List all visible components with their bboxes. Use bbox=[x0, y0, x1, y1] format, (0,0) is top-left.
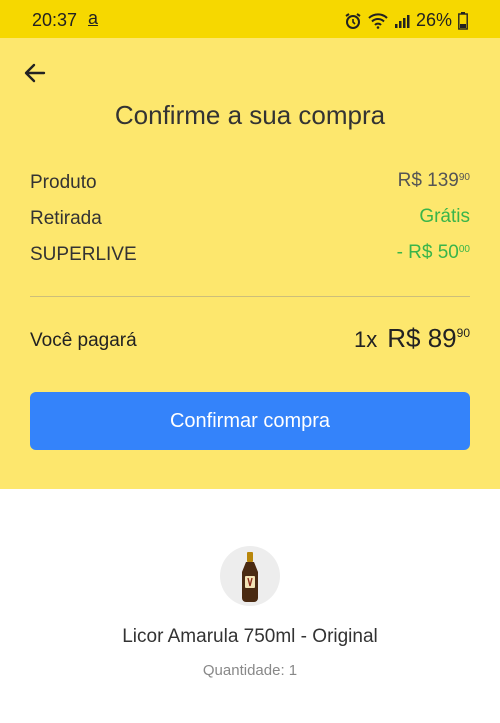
coupon-label: SUPERLIVE bbox=[30, 244, 137, 265]
summary-row-pickup: Retirada Grátis bbox=[30, 204, 470, 234]
total-amount: 1x R$ 8990 bbox=[354, 323, 470, 353]
arrow-left-icon bbox=[24, 63, 46, 83]
status-icons: 26% bbox=[344, 10, 468, 31]
product-label: Produto bbox=[30, 172, 97, 193]
coupon-discount: - R$ 5000 bbox=[396, 242, 470, 263]
status-bar: 20:37 a 26% bbox=[0, 0, 500, 38]
product-name: Licor Amarula 750ml - Original bbox=[122, 626, 378, 647]
liqueur-bottle-icon bbox=[242, 552, 258, 602]
pickup-label: Retirada bbox=[30, 208, 102, 229]
product-image bbox=[220, 546, 280, 606]
summary-row-product: Produto R$ 13990 bbox=[30, 168, 470, 198]
signal-icon bbox=[394, 14, 410, 28]
status-time: 20:37 bbox=[32, 10, 78, 30]
product-quantity: Quantidade: 1 bbox=[202, 662, 298, 679]
summary-row-coupon: SUPERLIVE - R$ 5000 bbox=[30, 240, 470, 270]
alarm-icon bbox=[345, 12, 361, 29]
back-button[interactable] bbox=[22, 60, 48, 86]
total-label: Você pagará bbox=[30, 330, 137, 351]
confirm-purchase-button[interactable]: Confirmar compra bbox=[30, 392, 470, 450]
summary-divider bbox=[30, 296, 470, 297]
pickup-value: Grátis bbox=[419, 206, 470, 227]
wifi-icon bbox=[368, 12, 388, 29]
battery-percent: 26% bbox=[415, 10, 452, 30]
product-price: R$ 13990 bbox=[397, 170, 470, 191]
battery-icon bbox=[458, 11, 468, 30]
total-quantity: 1x bbox=[354, 327, 378, 352]
page-title: Confirme a sua compra bbox=[114, 100, 386, 130]
app-notification-icon: a bbox=[88, 8, 99, 28]
